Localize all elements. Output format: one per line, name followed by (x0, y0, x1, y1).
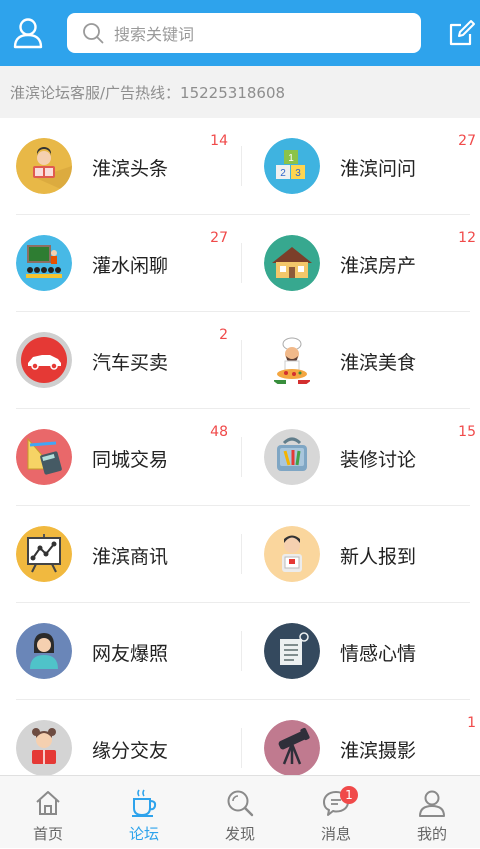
forum-item-trade[interactable]: 同城交易 48 (0, 409, 240, 506)
column-divider (241, 437, 242, 477)
column-divider (241, 728, 242, 768)
tab-home[interactable]: 首页 (0, 776, 96, 849)
svg-text:3: 3 (295, 168, 301, 179)
search-placeholder: 搜索关键词 (114, 25, 195, 44)
forum-label: 淮滨商讯 (92, 546, 169, 568)
chef-pizza-icon (264, 332, 320, 388)
forum-item-chat[interactable]: 灌水闲聊 27 (0, 215, 240, 312)
post-count: 48 (210, 424, 228, 440)
tab-messages[interactable]: 1 消息 (288, 776, 384, 849)
post-count: 14 (210, 133, 228, 149)
forum-item-newcomers[interactable]: 新人报到 (240, 506, 480, 603)
notes-icon (264, 623, 320, 679)
svg-text:2: 2 (280, 168, 286, 179)
forum-label: 灌水闲聊 (92, 255, 169, 277)
forum-item-dating[interactable]: 缘分交友 (0, 700, 240, 775)
forum-item-business[interactable]: 淮滨商讯 (0, 506, 240, 603)
forum-grid: 淮滨头条 14 123 淮滨问问 27 灌水闲聊 27 淮滨房产 12 汽车买卖… (0, 118, 480, 775)
toy-blocks-icon: 123 (264, 138, 320, 194)
tab-forum[interactable]: 论坛 (96, 776, 192, 849)
discover-search-icon (225, 788, 255, 818)
forum-item-decoration[interactable]: 装修讨论 15 (240, 409, 480, 506)
forum-item-photos[interactable]: 网友爆照 (0, 603, 240, 700)
forum-item-cars[interactable]: 汽车买卖 2 (0, 312, 240, 409)
post-count: 2 (219, 327, 228, 343)
house-icon (264, 235, 320, 291)
top-bar: 搜索关键词 (0, 0, 480, 66)
forum-label: 装修讨论 (340, 449, 417, 471)
compose-icon[interactable] (446, 16, 478, 50)
home-icon (33, 788, 63, 818)
forum-item-headlines[interactable]: 淮滨头条 14 (0, 118, 240, 215)
search-input[interactable]: 搜索关键词 (67, 13, 421, 53)
forum-label: 淮滨问问 (340, 158, 417, 180)
post-count: 15 (458, 424, 476, 440)
forum-label: 淮滨头条 (92, 158, 169, 180)
coffee-cup-icon (129, 788, 159, 818)
tab-label: 我的 (416, 825, 447, 843)
forum-item-realestate[interactable]: 淮滨房产 12 (240, 215, 480, 312)
notice-bar: 淮滨论坛客服/广告热线：15225318608 (0, 66, 480, 118)
girl-reading-icon (16, 720, 72, 775)
calculator-tools-icon (16, 429, 72, 485)
notice-text: 淮滨论坛客服/广告热线：15225318608 (10, 84, 286, 102)
post-count: 27 (458, 133, 476, 149)
forum-item-photography[interactable]: 淮滨摄影 1 (240, 700, 480, 775)
forum-item-emotions[interactable]: 情感心情 (240, 603, 480, 700)
profile-icon (417, 788, 447, 818)
forum-label: 情感心情 (340, 643, 417, 665)
search-icon (82, 21, 106, 45)
column-divider (241, 534, 242, 574)
reading-person-icon (16, 138, 72, 194)
unread-badge: 1 (340, 786, 358, 804)
tab-label: 发现 (224, 825, 255, 843)
tab-profile[interactable]: 我的 (384, 776, 480, 849)
forum-label: 网友爆照 (92, 643, 169, 665)
forum-label: 淮滨房产 (340, 255, 417, 277)
column-divider (241, 243, 242, 283)
column-divider (241, 631, 242, 671)
forum-label: 同城交易 (92, 449, 169, 471)
car-icon (16, 332, 72, 388)
forum-label: 淮滨美食 (340, 352, 417, 374)
column-divider (241, 146, 242, 186)
post-count: 12 (458, 230, 476, 246)
forum-item-questions[interactable]: 123 淮滨问问 27 (240, 118, 480, 215)
forum-label: 淮滨摄影 (340, 740, 417, 762)
forum-label: 缘分交友 (92, 740, 169, 762)
forum-item-food[interactable]: 淮滨美食 (240, 312, 480, 409)
bottom-tab-bar: 首页 论坛 发现 1 消息 我的 (0, 775, 480, 848)
newcomer-icon (264, 526, 320, 582)
chart-board-icon (16, 526, 72, 582)
tab-discover[interactable]: 发现 (192, 776, 288, 849)
forum-label: 新人报到 (340, 546, 417, 568)
meeting-icon (16, 235, 72, 291)
person-photo-icon (16, 623, 72, 679)
post-count: 1 (467, 715, 476, 731)
toolbag-icon (264, 429, 320, 485)
user-icon[interactable] (10, 13, 46, 53)
forum-label: 汽车买卖 (92, 352, 169, 374)
tab-label: 消息 (320, 825, 351, 843)
post-count: 27 (210, 230, 228, 246)
svg-text:1: 1 (288, 153, 294, 164)
tab-label: 首页 (32, 825, 63, 843)
column-divider (241, 340, 242, 380)
tab-label: 论坛 (128, 825, 159, 843)
telescope-icon (264, 720, 320, 775)
